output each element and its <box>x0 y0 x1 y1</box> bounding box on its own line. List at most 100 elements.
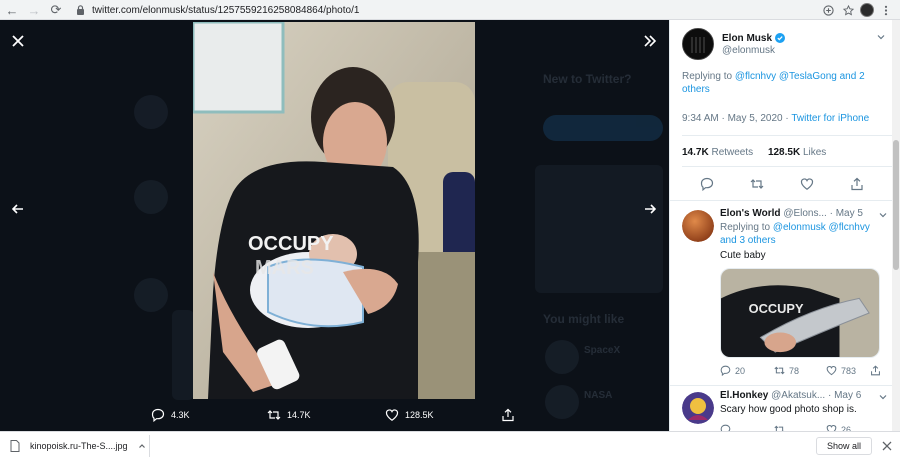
author-name[interactable]: Elon Musk <box>722 33 772 44</box>
likes-stat[interactable]: 128.5K Likes <box>768 147 826 158</box>
double-chevron-right-icon <box>644 35 657 47</box>
reply-author-handle[interactable]: @Elons... <box>783 208 827 219</box>
profile-avatar[interactable] <box>860 3 874 17</box>
chevron-up-icon[interactable] <box>138 442 146 450</box>
reply-bubble-icon[interactable] <box>700 177 714 191</box>
reply-date[interactable]: · May 6 <box>828 390 861 401</box>
back-button[interactable]: ← <box>2 0 22 20</box>
share-action[interactable] <box>501 408 515 422</box>
retweet-icon <box>774 425 785 431</box>
ghost-avatar <box>545 340 579 374</box>
reply-tweet[interactable]: El.Honkey @Akatsuk... · May 6 Scary how … <box>680 390 892 431</box>
close-viewer-button[interactable] <box>4 27 32 55</box>
like-count: 128.5K <box>405 410 434 420</box>
reload-button[interactable]: ⟳ <box>46 0 66 20</box>
download-bar: kinopoisk.ru-The-S....jpg Show all <box>0 431 900 460</box>
reply-reply-action[interactable]: 20 <box>720 365 745 376</box>
chevron-down-icon[interactable] <box>878 210 888 220</box>
reply-reply-count: 20 <box>735 365 746 376</box>
retweet-action[interactable]: 14.7K <box>267 408 311 422</box>
chevron-down-icon[interactable] <box>876 32 886 42</box>
retweets-stat[interactable]: 14.7K Retweets <box>682 147 753 158</box>
author-handle[interactable]: @elonmusk <box>722 45 785 56</box>
reply-header: Elon's World @Elons... · May 5 <box>720 208 892 219</box>
tweet-timestamp[interactable]: 9:34 AM · May 5, 2020 · <box>682 113 791 124</box>
add-circle-icon[interactable] <box>820 2 836 18</box>
lock-icon <box>74 4 86 16</box>
ghost-avatar <box>134 278 168 312</box>
scrollbar-thumb[interactable] <box>893 140 899 270</box>
heart-icon[interactable] <box>800 177 814 191</box>
reply-replying-users[interactable]: @elonmusk @flcnhvy <box>773 222 870 233</box>
tweet-actions <box>682 177 887 193</box>
reply-author-name[interactable]: El.Honkey <box>720 390 768 401</box>
reply-replying-prefix: Replying to <box>720 222 773 233</box>
collapse-panel-button[interactable] <box>636 27 664 55</box>
reply-actions: 26 <box>720 424 892 431</box>
tweet-source[interactable]: Twitter for iPhone <box>791 113 869 124</box>
reply-retweet-action[interactable] <box>774 424 785 431</box>
author-avatar[interactable] <box>682 28 714 60</box>
arrow-left-icon: ← <box>5 2 19 18</box>
tweet-meta: 9:34 AM · May 5, 2020 · Twitter for iPho… <box>682 113 869 124</box>
reply-author-name[interactable]: Elon's World <box>720 208 781 219</box>
photo-viewer: New to Twitter? You might like SpaceX NA… <box>0 20 669 431</box>
share-icon <box>871 365 880 376</box>
divider <box>682 166 892 167</box>
reply-avatar[interactable] <box>682 392 714 424</box>
ghost-spacex: SpaceX <box>584 345 621 356</box>
share-icon <box>502 408 514 422</box>
previous-photo-button[interactable] <box>4 195 32 223</box>
panel-scrollbar[interactable] <box>892 20 900 431</box>
ghost-avatar <box>134 180 168 214</box>
ghost-new-to-twitter: New to Twitter? <box>543 72 632 86</box>
close-icon[interactable] <box>882 441 892 451</box>
kebab-menu-icon[interactable] <box>878 2 894 18</box>
next-photo-button[interactable] <box>636 195 664 223</box>
reply-replying-others[interactable]: and 3 others <box>720 235 776 246</box>
reply-tweet[interactable]: Elon's World @Elons... · May 5 Replying … <box>680 208 892 383</box>
reply-date[interactable]: · May 5 <box>830 208 863 219</box>
reply-reply-action[interactable] <box>720 424 731 431</box>
chevron-down-icon[interactable] <box>878 392 888 402</box>
tweet-photo[interactable]: OCCUPY MARS <box>193 22 475 399</box>
reply-count: 4.3K <box>171 410 190 420</box>
reply-replying-to: Replying to @elonmusk @flcnhvy and 3 othe… <box>720 221 892 247</box>
reply-text: Scary how good photo shop is. <box>720 404 857 415</box>
retweet-icon[interactable] <box>750 177 764 191</box>
reply-bubble-icon <box>720 424 731 431</box>
replying-to-users[interactable]: @flcnhvy @TeslaGong <box>735 71 837 82</box>
reply-retweet-action[interactable]: 78 <box>774 365 799 376</box>
divider <box>670 200 900 201</box>
reply-media-shirt-text: OCCUPY <box>749 301 804 316</box>
forward-button[interactable]: → <box>24 0 44 20</box>
reply-share-action[interactable] <box>870 365 881 376</box>
reply-author-handle[interactable]: @Akatsuk... <box>771 390 825 401</box>
reply-like-count: 783 <box>841 365 857 376</box>
ghost-avatar <box>134 95 168 129</box>
reply-avatar[interactable] <box>682 210 714 242</box>
download-item[interactable]: kinopoisk.ru-The-S....jpg <box>10 435 150 457</box>
reply-media[interactable]: OCCUPY <box>720 268 880 358</box>
reply-actions: 20 78 783 <box>720 365 892 379</box>
address-bar[interactable]: twitter.com/elonmusk/status/125755921625… <box>74 2 824 18</box>
reply-retweet-count: 78 <box>789 365 800 376</box>
share-icon[interactable] <box>850 177 864 191</box>
arrow-left-icon <box>12 204 23 214</box>
ghost-you-might-like: You might like <box>543 312 625 326</box>
divider <box>682 135 892 136</box>
reply-like-action[interactable]: 26 <box>826 424 851 431</box>
retweets-label: Retweets <box>708 147 754 158</box>
retweets-count: 14.7K <box>682 147 709 158</box>
photo-action-bar: 4.3K 14.7K 128.5K <box>145 404 525 426</box>
bookmark-star-icon[interactable] <box>840 2 856 18</box>
tweet-author[interactable]: Elon Musk @elonmusk <box>682 28 786 60</box>
like-action[interactable]: 128.5K <box>385 408 434 422</box>
ghost-nasa: NASA <box>584 390 613 401</box>
reply-header: El.Honkey @Akatsuk... · May 6 <box>720 390 892 401</box>
reply-text: Cute baby <box>720 250 766 261</box>
show-all-button[interactable]: Show all <box>815 437 872 455</box>
reply-like-action[interactable]: 783 <box>826 365 856 376</box>
likes-count: 128.5K <box>767 147 801 158</box>
reply-action[interactable]: 4.3K <box>151 408 190 422</box>
